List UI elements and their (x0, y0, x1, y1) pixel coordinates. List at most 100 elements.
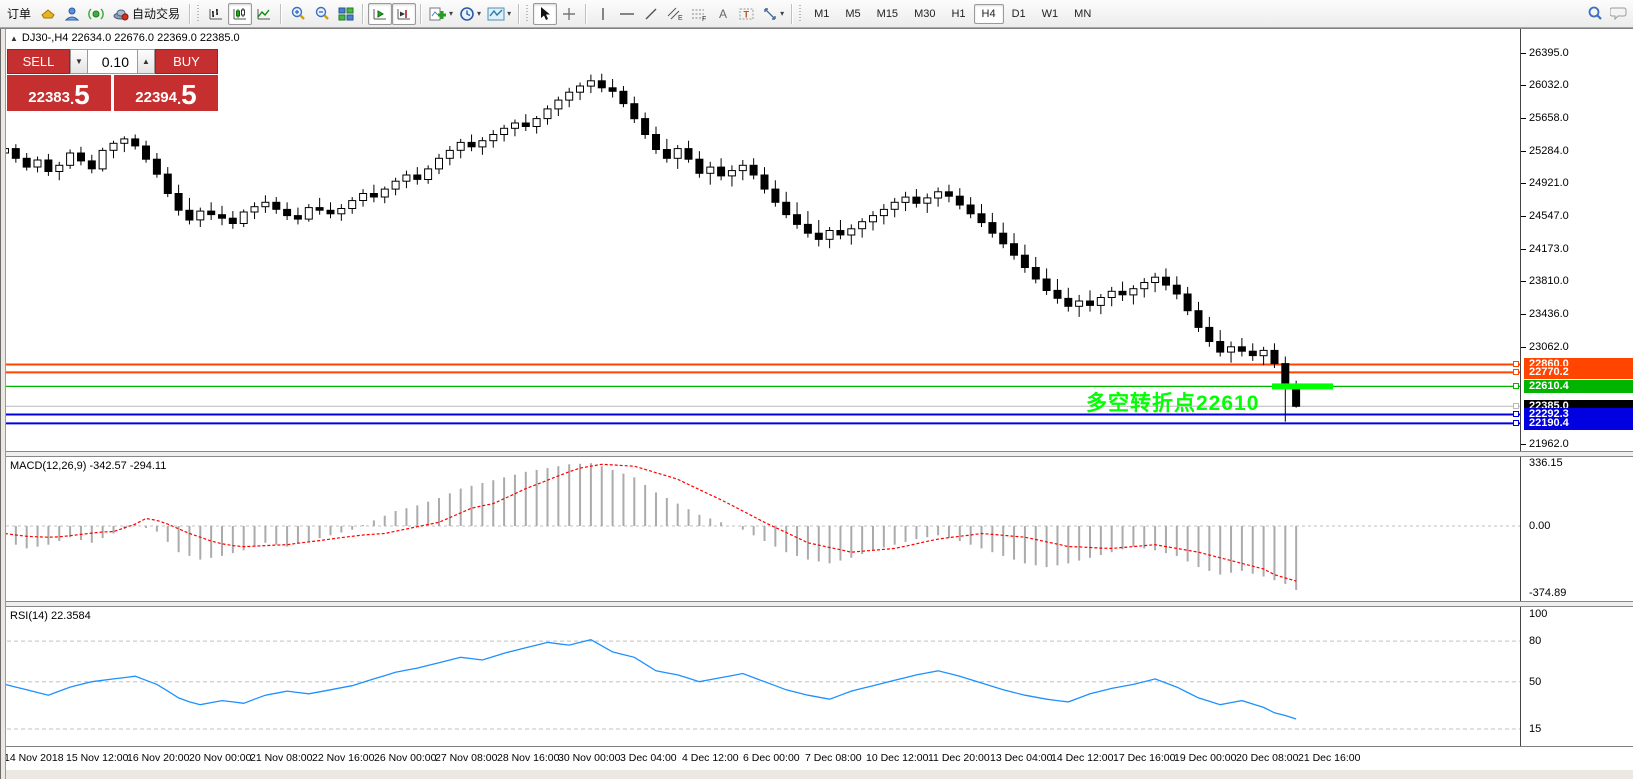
timeframe-m15[interactable]: M15 (869, 4, 906, 24)
arrows-tool-icon (762, 6, 778, 22)
time-axis-label: 19 Dec 00:00 (1174, 752, 1236, 764)
bar-chart-type-icon[interactable] (204, 3, 228, 25)
market-watch-icon[interactable] (36, 3, 60, 25)
indicators-button[interactable]: ▾ (426, 3, 456, 25)
axis-tick (1521, 53, 1526, 54)
dropdown-arrow-icon: ▾ (507, 9, 511, 18)
periods-button[interactable]: ▾ (456, 3, 484, 25)
zoom-out-icon[interactable] (310, 3, 334, 25)
buy-button[interactable]: BUY (155, 49, 218, 74)
timeframe-w1[interactable]: W1 (1034, 4, 1067, 24)
axis-tick (1521, 347, 1526, 348)
new-order-button[interactable]: 订单 (2, 3, 36, 25)
search-icon[interactable] (1583, 2, 1607, 24)
tile-windows-icon[interactable] (334, 3, 358, 25)
price-tick-label: 21962.0 (1529, 438, 1569, 450)
level-price-label[interactable]: 22770.2 (1524, 366, 1633, 379)
templates-button[interactable]: ▾ (484, 3, 514, 25)
level-drag-handle[interactable] (1513, 403, 1519, 409)
level-price-label[interactable]: 22610.4 (1524, 380, 1633, 393)
macd-chart[interactable] (0, 457, 1520, 601)
timeframe-m5[interactable]: M5 (837, 4, 868, 24)
timeframe-mn[interactable]: MN (1066, 4, 1099, 24)
text-tool-icon[interactable]: A (711, 3, 735, 25)
axis-tick (1521, 281, 1526, 282)
timeframe-d1[interactable]: D1 (1004, 4, 1034, 24)
chart-annotation-text[interactable]: 多空转折点22610 (1086, 387, 1259, 417)
auto-scroll-icon[interactable] (368, 3, 392, 25)
timeframe-h1[interactable]: H1 (943, 4, 973, 24)
time-axis-label: 16 Nov 20:00 (127, 752, 189, 764)
vertical-line-tool-icon[interactable] (591, 3, 615, 25)
fibonacci-tool-icon[interactable]: F (687, 3, 711, 25)
level-drag-handle[interactable] (1513, 420, 1519, 426)
time-axis-label: 21 Nov 08:00 (250, 752, 312, 764)
time-axis-label: 10 Dec 12:00 (866, 752, 928, 764)
time-axis-label: 14 Nov 2018 (4, 752, 64, 764)
time-axis-label: 6 Dec 00:00 (743, 752, 800, 764)
time-axis-label: 27 Nov 08:00 (435, 752, 497, 764)
price-tick-label: 23062.0 (1529, 341, 1569, 353)
text-label-tool-icon[interactable]: T (735, 3, 759, 25)
time-axis[interactable]: 14 Nov 201815 Nov 12:0016 Nov 20:0020 No… (0, 746, 1633, 770)
axis-tick (1521, 444, 1526, 445)
svg-text:F: F (702, 16, 706, 22)
timeframe-h4[interactable]: H4 (974, 4, 1004, 24)
time-axis-label: 17 Dec 16:00 (1113, 752, 1175, 764)
channel-tool-icon[interactable]: E (663, 3, 687, 25)
time-axis-label: 4 Dec 12:00 (682, 752, 739, 764)
time-axis-label: 20 Nov 00:00 (189, 752, 251, 764)
autotrading-button[interactable]: 自动交易 (108, 3, 185, 25)
trendline-tool-icon[interactable] (639, 3, 663, 25)
rsi-tick-label: 100 (1529, 608, 1547, 620)
line-chart-type-icon[interactable] (252, 3, 276, 25)
rsi-tick-label: 15 (1529, 723, 1541, 735)
timeframe-m1[interactable]: M1 (806, 4, 837, 24)
new-order-label: 订单 (7, 5, 31, 22)
arrows-tool-button[interactable]: ▾ (759, 3, 787, 25)
level-drag-handle[interactable] (1513, 369, 1519, 375)
lot-decrease-button[interactable]: ▼ (70, 49, 88, 74)
pane-splitter[interactable] (0, 451, 1633, 457)
pane-splitter[interactable] (0, 601, 1633, 607)
zoom-in-icon[interactable] (286, 3, 310, 25)
collapse-arrow-icon[interactable]: ▲ (10, 34, 18, 43)
signals-icon[interactable] (84, 3, 108, 25)
crosshair-icon[interactable] (557, 3, 581, 25)
level-price-label[interactable]: 22190.4 (1524, 417, 1633, 430)
time-axis-label: 20 Dec 08:00 (1236, 752, 1298, 764)
dropdown-arrow-icon: ▾ (780, 9, 784, 18)
svg-text:A: A (719, 7, 727, 21)
rsi-axis[interactable]: 100805015 (1520, 607, 1633, 746)
macd-axis[interactable]: 336.150.00-374.89 (1520, 457, 1633, 601)
lot-size-input[interactable]: 0.10 (88, 49, 137, 74)
clock-icon (459, 6, 475, 22)
chart-shift-icon[interactable] (392, 3, 416, 25)
sell-button[interactable]: SELL (7, 49, 70, 74)
rsi-pane[interactable]: RSI(14) 22.3584 100805015 (0, 607, 1633, 746)
bid-main-digits: 22383 (28, 88, 70, 108)
candlestick-chart[interactable] (0, 29, 1520, 451)
axis-tick (1521, 85, 1526, 86)
chat-icon[interactable] (1607, 2, 1631, 24)
level-drag-handle[interactable] (1513, 411, 1519, 417)
chart-window: ▲ DJ30-,H4 22634.0 22676.0 22369.0 22385… (0, 28, 1633, 779)
horizontal-line-tool-icon[interactable] (615, 3, 639, 25)
level-drag-handle[interactable] (1513, 383, 1519, 389)
account-icon[interactable] (60, 3, 84, 25)
cursor-icon[interactable] (533, 3, 557, 25)
indicators-icon (429, 6, 447, 22)
timeframe-m30[interactable]: M30 (906, 4, 943, 24)
rsi-chart[interactable] (0, 607, 1520, 746)
time-axis-label: 21 Dec 16:00 (1298, 752, 1360, 764)
time-axis-label: 3 Dec 04:00 (620, 752, 677, 764)
lot-increase-button[interactable]: ▲ (137, 49, 155, 74)
rsi-tick-label: 80 (1529, 635, 1541, 647)
macd-pane[interactable]: MACD(12,26,9) -342.57 -294.11 336.150.00… (0, 457, 1633, 601)
level-drag-handle[interactable] (1513, 361, 1519, 367)
autotrading-label: 自动交易 (132, 5, 180, 22)
main-chart-pane[interactable]: ▲ DJ30-,H4 22634.0 22676.0 22369.0 22385… (0, 29, 1633, 451)
candlestick-chart-type-icon[interactable] (228, 3, 252, 25)
macd-tick-label: -374.89 (1529, 587, 1566, 599)
price-axis[interactable]: 26395.026032.025658.025284.024921.024547… (1520, 29, 1633, 451)
